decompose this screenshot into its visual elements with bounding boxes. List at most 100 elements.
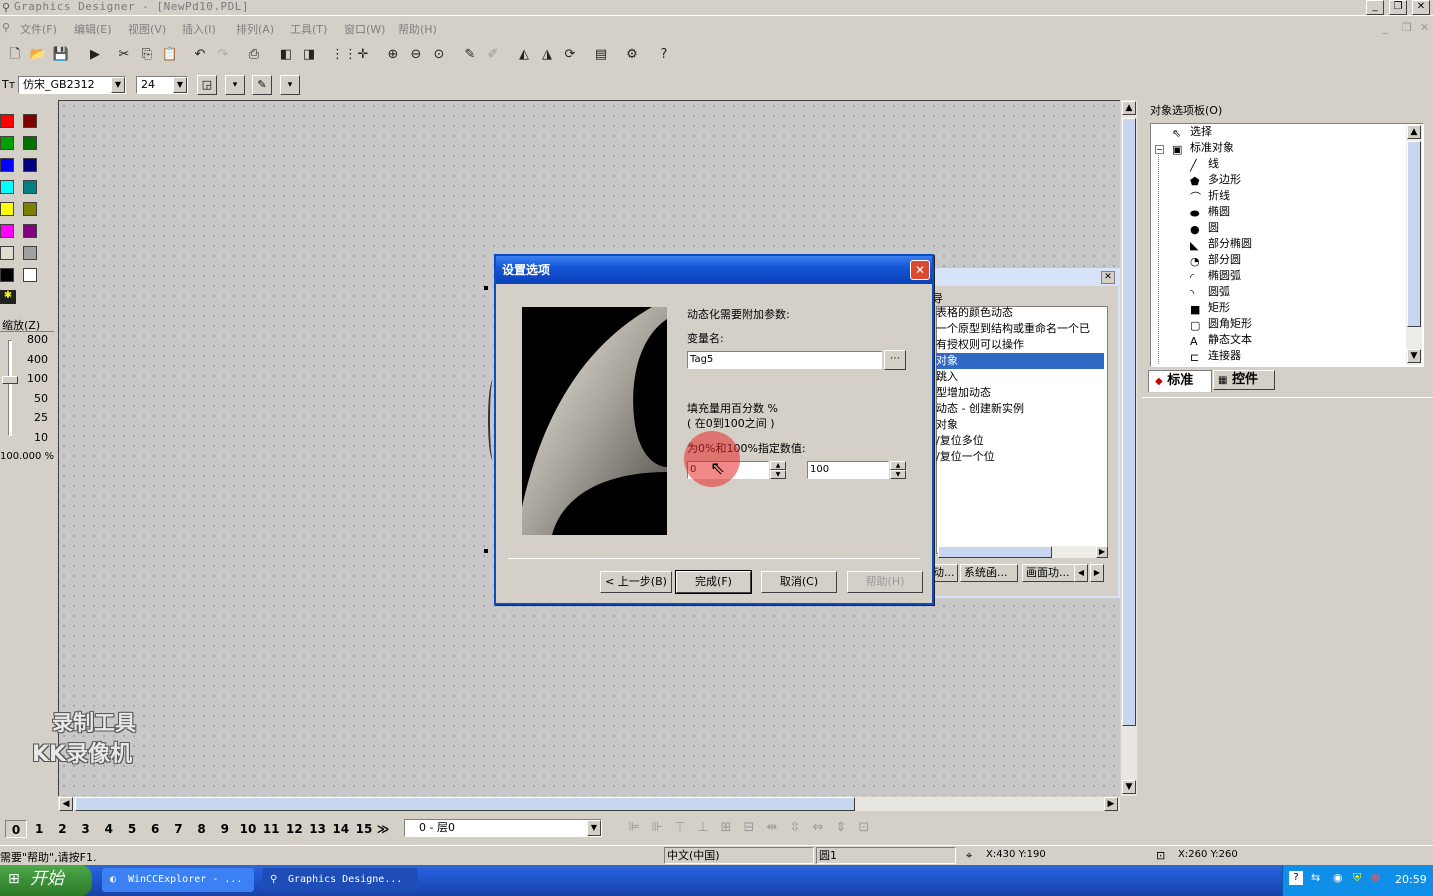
scroll-up-icon[interactable]: ▲ (1122, 101, 1136, 115)
spin-down-icon[interactable]: ▼ (770, 470, 786, 479)
wizard-list-item[interactable]: 型增加动态 (936, 385, 1104, 401)
tree-item[interactable]: ╱ 线 (1190, 156, 1219, 172)
restore-icon[interactable]: ❐ (1389, 0, 1407, 15)
wizard-list-item[interactable]: /复位一个位 (936, 449, 1104, 465)
spin-up-icon[interactable]: ▲ (770, 461, 786, 470)
wizard-tab-picture[interactable]: 画面功... (1022, 564, 1080, 582)
menu-insert[interactable]: 插入(I) (182, 21, 216, 37)
same-height-icon[interactable]: ⇕ (831, 820, 851, 838)
tree-item[interactable]: ⬟ 多边形 (1190, 172, 1241, 188)
collapse-icon[interactable]: − (1155, 145, 1164, 154)
wizard-list-item[interactable]: 对象 (936, 417, 1104, 433)
bring-front-icon[interactable]: ◧ (276, 45, 296, 65)
tree-item[interactable]: ◝ 圆弧 (1190, 284, 1230, 300)
tree-vscroll-thumb[interactable] (1407, 141, 1421, 327)
menu-window[interactable]: 窗口(W) (344, 21, 385, 37)
color-swatch[interactable] (23, 224, 37, 238)
layer-button-7[interactable]: 7 (167, 820, 189, 838)
grid-icon[interactable]: ⋮⋮ (331, 45, 357, 65)
save-icon[interactable]: 💾 (51, 45, 71, 65)
zoom-fit-icon[interactable]: ⊙ (429, 45, 449, 65)
color-swatch[interactable] (23, 136, 37, 150)
zoom-slider-thumb[interactable] (2, 376, 18, 384)
font-color-icon[interactable]: ◲ (197, 75, 217, 95)
variable-name-input[interactable]: Tag5 (687, 351, 882, 369)
tab-prev-icon[interactable]: ◀ (1074, 564, 1088, 582)
scroll-right-icon[interactable]: ▶ (1104, 797, 1118, 811)
tree-item[interactable]: ⌒ 折线 (1190, 188, 1230, 204)
distribute-v-icon[interactable]: ⇳ (785, 820, 805, 838)
line-color-icon[interactable]: ✎ (252, 75, 272, 95)
tree-item[interactable]: ⇖ 选择 (1172, 124, 1212, 140)
wizard-list-item[interactable]: 对象 (936, 353, 1104, 369)
print-icon[interactable]: ⎙ (244, 45, 264, 65)
color-swatch[interactable] (0, 136, 14, 150)
task-graphics-designer[interactable]: ⚲ Graphics Designe... (262, 868, 418, 892)
align-left-icon[interactable]: ⊫ (624, 820, 644, 838)
layers-more-icon[interactable]: ≫ (372, 820, 394, 838)
layer-button-0[interactable]: 0 (5, 820, 27, 838)
wizard-hscroll[interactable]: ▶ (938, 546, 1108, 558)
canvas-hscroll[interactable]: ◀ ▶ (58, 797, 1120, 811)
menu-edit[interactable]: 编辑(E) (74, 21, 112, 37)
mdi-restore-icon[interactable]: ❐ (1402, 21, 1412, 34)
task-wincc-explorer[interactable]: ◐ WinCCExplorer - ... (102, 868, 254, 892)
context-help-icon[interactable]: ? (654, 45, 674, 65)
max-value-input[interactable]: 100 (807, 461, 889, 479)
color-swatch[interactable] (0, 246, 14, 260)
copy-icon[interactable]: ⎘ (137, 45, 157, 65)
scroll-right-icon[interactable]: ▶ (1096, 546, 1108, 558)
tree-item[interactable]: ▣ 标准对象 (1172, 140, 1234, 156)
layer-button-2[interactable]: 2 (51, 820, 73, 838)
vscroll-thumb[interactable] (1122, 118, 1136, 726)
color-swatch[interactable] (0, 268, 14, 282)
selection-handle[interactable] (484, 549, 488, 553)
layer-button-11[interactable]: 11 (260, 820, 282, 838)
color-swatch[interactable] (0, 114, 14, 128)
scroll-down-icon[interactable]: ▼ (1407, 349, 1421, 363)
mdi-minimize-icon[interactable]: _ (1382, 21, 1388, 34)
wizard-list-item[interactable]: 有授权则可以操作 (936, 337, 1104, 353)
zoom-in-icon[interactable]: ⊕ (383, 45, 403, 65)
distribute-h-icon[interactable]: ⇹ (762, 820, 782, 838)
layer-button-10[interactable]: 10 (237, 820, 259, 838)
tree-item[interactable]: ■ 矩形 (1190, 300, 1230, 316)
wizard-hscroll-thumb[interactable] (938, 546, 1052, 558)
color-swatch[interactable] (0, 224, 14, 238)
pipette-apply-icon[interactable]: ✐ (483, 45, 503, 65)
browse-tags-icon[interactable]: ⋯ (884, 350, 906, 370)
wizard-list-item[interactable]: 一个原型到结构或重命名一个已 (936, 321, 1104, 337)
menu-file[interactable]: 文件(F) (20, 21, 57, 37)
menu-view[interactable]: 视图(V) (128, 21, 166, 37)
center-h-icon[interactable]: ⊞ (716, 820, 736, 838)
spin-down-icon[interactable]: ▼ (890, 470, 906, 479)
scroll-down-icon[interactable]: ▼ (1122, 780, 1136, 794)
wizard-list-item[interactable]: 跳入 (936, 369, 1104, 385)
layer-button-1[interactable]: 1 (28, 820, 50, 838)
zoom-level-25[interactable]: 25 (22, 411, 48, 424)
layer-button-9[interactable]: 9 (214, 820, 236, 838)
cut-icon[interactable]: ✂ (114, 45, 134, 65)
color-swatch[interactable] (0, 202, 14, 216)
tree-item[interactable]: A 静态文本 (1190, 332, 1252, 348)
color-swatch[interactable] (23, 268, 37, 282)
close-icon[interactable]: ✕ (910, 260, 930, 280)
menu-tools[interactable]: 工具(T) (290, 21, 327, 37)
rotate-icon[interactable]: ⟳ (560, 45, 580, 65)
font-color-dropdown-icon[interactable]: ▾ (225, 75, 245, 95)
wizard-list-item[interactable]: 表格的颜色动态 (936, 305, 1104, 321)
same-width-icon[interactable]: ⇔ (808, 820, 828, 838)
mdi-close-icon[interactable]: ✕ (1420, 21, 1429, 34)
library-icon[interactable]: ⚙ (622, 45, 642, 65)
scroll-up-icon[interactable]: ▲ (1407, 125, 1421, 139)
mirror-h-icon[interactable]: ◮ (537, 45, 557, 65)
chevron-down-icon[interactable]: ▼ (111, 77, 125, 93)
layer-button-6[interactable]: 6 (144, 820, 166, 838)
font-size-select[interactable]: 24 ▼ (136, 76, 188, 94)
tab-next-icon[interactable]: ▶ (1090, 564, 1104, 582)
align-bottom-icon[interactable]: ⊥ (693, 820, 713, 838)
tab-controls[interactable]: ▦ 控件 (1213, 370, 1275, 390)
redo-icon[interactable]: ↷ (213, 45, 233, 65)
language-icon[interactable]: ◉ (1333, 871, 1343, 884)
hscroll-thumb[interactable] (75, 797, 855, 811)
